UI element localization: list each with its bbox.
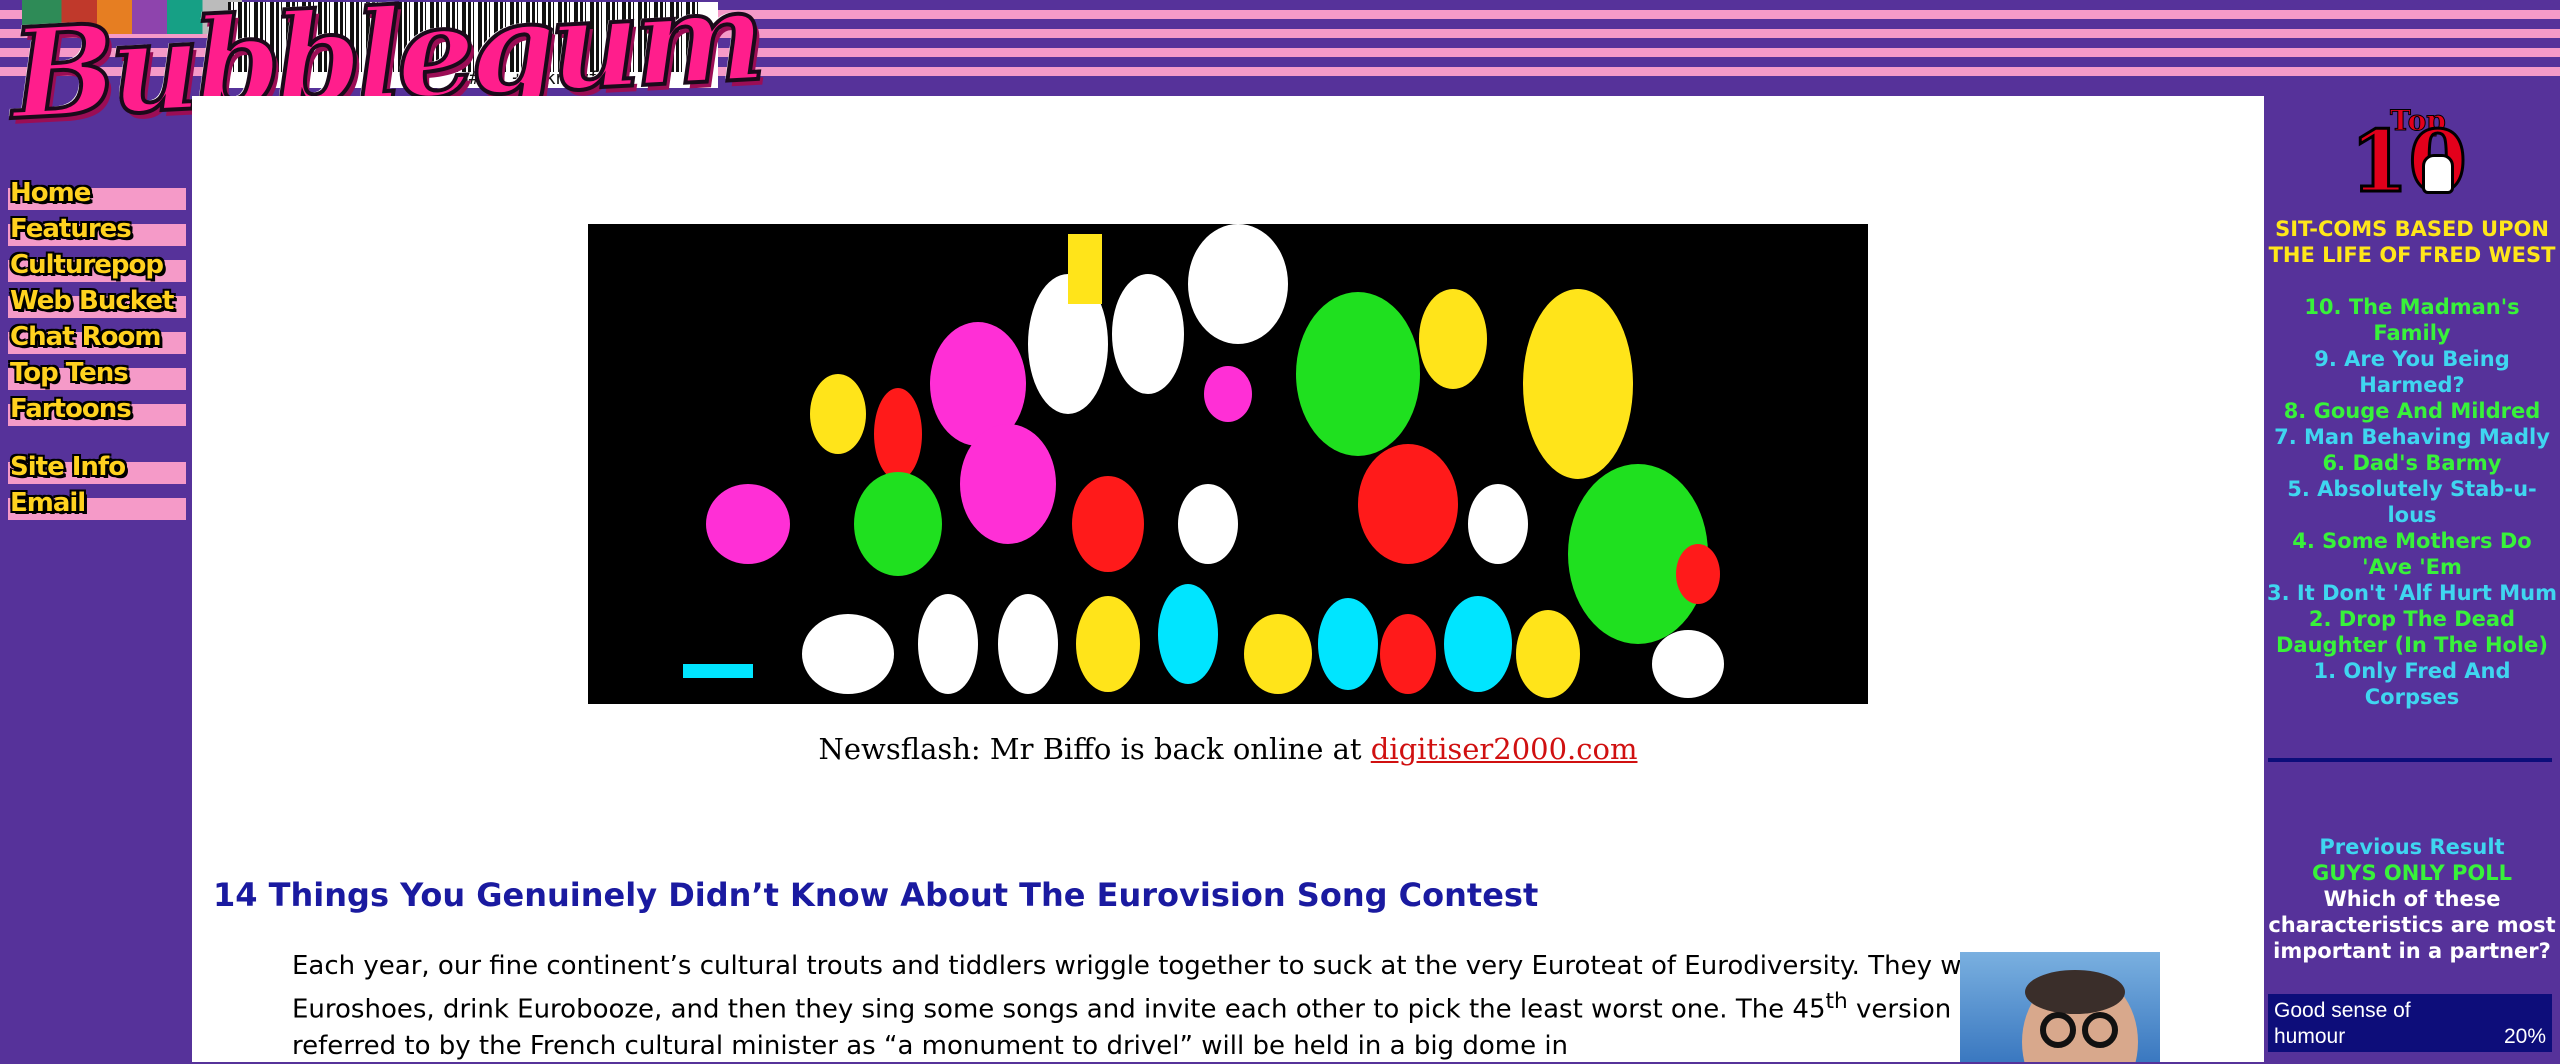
main-content: Newsflash: Mr Biffo is back online at di… [192,96,2264,1062]
newsflash: Newsflash: Mr Biffo is back online at di… [192,732,2264,766]
nav-home[interactable]: Home [8,176,188,212]
poll-option-label: Good sense of humour [2274,999,2411,1048]
hero-image [588,224,1868,704]
article-title[interactable]: 14 Things You Genuinely Didn’t Know Abou… [213,876,1538,914]
newsflash-link[interactable]: digitiser2000.com [1371,732,1638,766]
right-sidebar: Top 10 SIT-COMS BASED UPON THE LIFE OF F… [2264,96,2560,1062]
top-ten-item: 8. Gouge And Mildred [2283,399,2541,423]
article-body-text-1: Each year, our fine continent’s cultural… [292,951,2005,1025]
nav-site-info[interactable]: Site Info [8,450,188,486]
top-ten-list: 10. The Madman's Family 9. Are You Being… [2264,294,2560,710]
top-ten-item: 10. The Madman's Family [2304,295,2520,345]
nav-features[interactable]: Features [8,212,188,248]
article-photo [1960,952,2160,1062]
previous-result-label[interactable]: Previous Result [2264,834,2560,860]
top-ten-item: 4. Some Mothers Do 'Ave 'Em [2292,529,2532,579]
top-ten-item: 9. Are You Being Harmed? [2314,347,2510,397]
nav-web-bucket[interactable]: Web Bucket [8,284,188,320]
top-ten-logo: Top 10 [2349,104,2470,214]
poll-result-row: Good sense of humour 20% [2268,994,2552,1052]
top-ten-item: 3. It Don't 'Alf Hurt Mum [2267,581,2557,605]
nav-top-tens[interactable]: Top Tens [8,356,188,392]
sidebar-divider [2268,758,2552,762]
article-body-sup: th [1825,989,1848,1014]
top-ten-item: 5. Absolutely Stab-u-lous [2287,477,2537,527]
top-ten-item: 6. Dad's Barmy [2322,451,2502,475]
top-ten-heading[interactable]: SIT-COMS BASED UPON THE LIFE OF FRED WES… [2264,216,2560,268]
nav-culturepop[interactable]: Culturepop [8,248,188,284]
poll-question: Which of these characteristics are most … [2268,887,2556,963]
top-ten-item: 2. Drop The Dead Daughter (In The Hole) [2275,607,2549,657]
top-ten-item: 7. Man Behaving Madly [2274,425,2550,449]
nav-email[interactable]: Email [8,486,188,522]
nav-fartoons[interactable]: Fartoons [8,392,188,428]
article-body: Each year, our fine continent’s cultural… [292,948,2132,1064]
thumb-icon [2422,154,2454,194]
top-ten-item: 1. Only Fred And Corpses [2313,659,2511,709]
poll-name: GUYS ONLY POLL [2312,861,2512,885]
nav-chat-room[interactable]: Chat Room [8,320,188,356]
hero-characters-illustration [588,224,1868,704]
poll-option-percent: 20% [2503,1025,2546,1048]
left-nav: Home Features Culturepop Web Bucket Chat… [8,176,188,522]
newsflash-text: Newsflash: Mr Biffo is back online at [818,732,1371,766]
